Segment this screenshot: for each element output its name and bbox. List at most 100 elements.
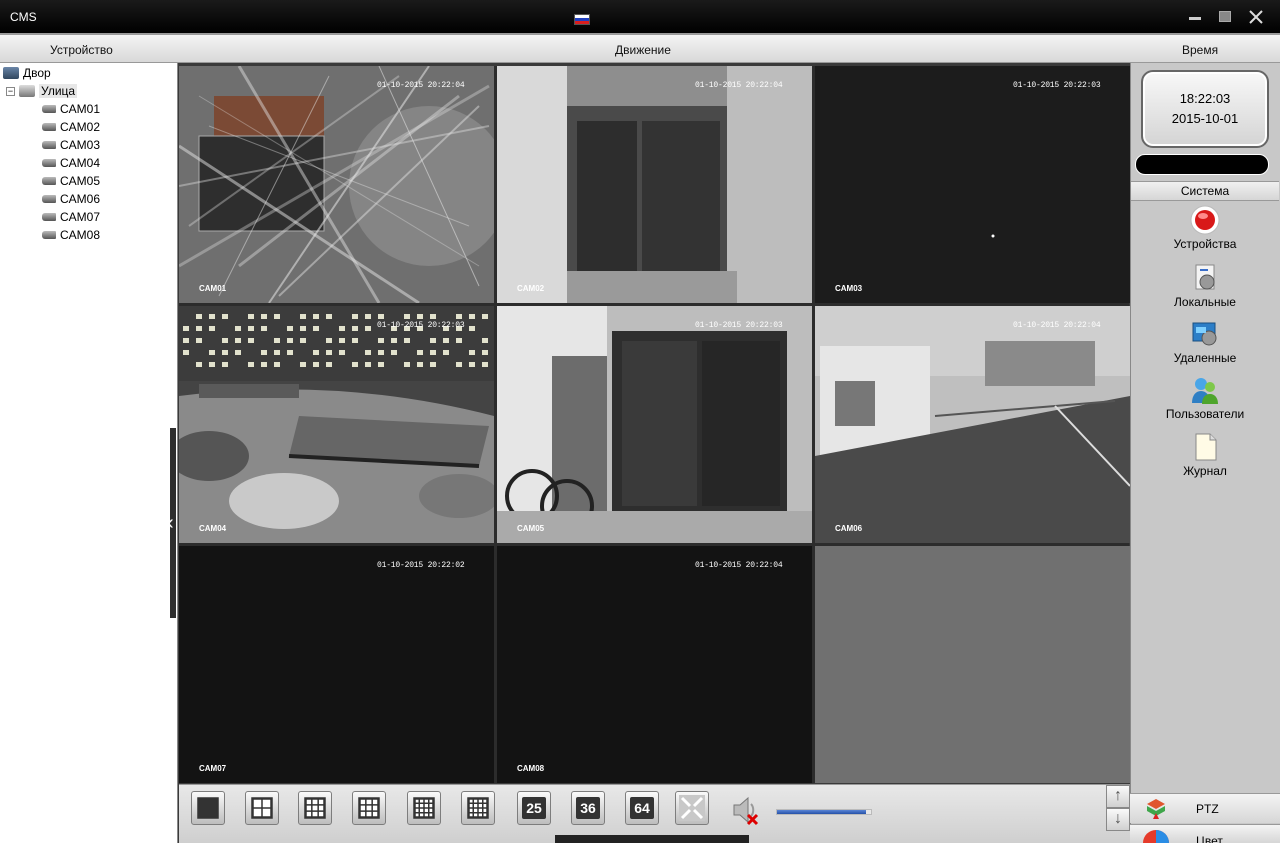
camera-icon xyxy=(42,177,56,185)
tree-group[interactable]: − Улица xyxy=(6,82,78,100)
video-camera-label: CAM05 xyxy=(517,524,545,533)
video-camera-label: CAM03 xyxy=(835,284,863,293)
close-icon xyxy=(1249,10,1263,24)
camera-label: CAM02 xyxy=(60,120,101,134)
scroll-down-button[interactable]: ↓ xyxy=(1106,808,1130,831)
log-button[interactable]: Журнал xyxy=(1131,432,1279,478)
tree-camera-item[interactable]: CAM06 xyxy=(42,190,100,208)
layout-36-button[interactable]: 36 xyxy=(571,791,605,825)
empty-video-tile[interactable] xyxy=(815,546,1130,783)
remote-button[interactable]: Удаленные xyxy=(1131,319,1279,365)
russian-flag-icon[interactable] xyxy=(574,14,590,25)
fullscreen-button[interactable] xyxy=(675,791,709,825)
video-timestamp: 01-10-2015 20:22:03 xyxy=(377,321,465,330)
menu-bar: Устройство Движение Время xyxy=(0,33,1280,63)
local-button[interactable]: Локальные xyxy=(1131,263,1279,309)
menu-motion[interactable]: Движение xyxy=(615,43,671,57)
tree-camera-item[interactable]: CAM01 xyxy=(42,100,100,118)
mute-icon[interactable] xyxy=(730,793,764,827)
clock-date: 2015-10-01 xyxy=(1171,111,1239,126)
camera-label: CAM08 xyxy=(60,228,101,242)
window-title: CMS xyxy=(10,10,37,24)
users-label: Пользователи xyxy=(1165,407,1245,421)
camera-label: CAM04 xyxy=(60,156,101,170)
tree-camera-item[interactable]: CAM07 xyxy=(42,208,100,226)
page-scroll: ↑ ↓ xyxy=(1106,785,1130,833)
layout-64-button[interactable]: 64 xyxy=(625,791,659,825)
camera-label: CAM07 xyxy=(60,210,101,224)
house-icon xyxy=(3,67,19,79)
tree-root-label: Двор xyxy=(23,66,51,80)
layout-6-button[interactable] xyxy=(298,791,332,825)
camera-icon xyxy=(42,159,56,167)
layout-16-button[interactable] xyxy=(461,791,495,825)
record-icon xyxy=(1190,205,1220,235)
right-panel: 18:22:03 2015-10-01 Система Устройства Л… xyxy=(1130,63,1280,843)
video-tile[interactable]: 01-10-2015 20:22:02 CAM07 xyxy=(179,546,494,783)
color-button[interactable]: Цвет xyxy=(1130,824,1280,843)
menu-device[interactable]: Устройство xyxy=(50,43,113,57)
tree-root[interactable]: Двор xyxy=(3,64,51,82)
tree-camera-item[interactable]: CAM02 xyxy=(42,118,100,136)
video-camera-label: CAM08 xyxy=(517,764,545,773)
minimize-button[interactable] xyxy=(1184,7,1206,27)
cms-window: CMS Устройство Движение Время Двор − Ули… xyxy=(0,0,1280,843)
video-tile[interactable]: 01-10-2015 20:22:04 CAM01 xyxy=(179,66,494,303)
log-label: Журнал xyxy=(1183,464,1227,478)
tree-camera-item[interactable]: CAM03 xyxy=(42,136,100,154)
video-tile[interactable]: 01-10-2015 20:22:04 CAM02 xyxy=(497,66,812,303)
close-button[interactable] xyxy=(1245,7,1267,27)
video-tile[interactable]: 01-10-2015 20:22:04 CAM06 xyxy=(815,306,1130,543)
ptz-button[interactable]: PTZ xyxy=(1130,793,1280,823)
video-grid: 01-10-2015 20:22:04 CAM01 01-10-2015 20:22… xyxy=(179,66,1130,783)
tree-group-label: Улица xyxy=(39,84,78,98)
video-tile[interactable]: 01-10-2015 20:22:03 CAM04 xyxy=(179,306,494,543)
bottom-handle[interactable] xyxy=(555,835,749,843)
devices-button[interactable]: Устройства xyxy=(1131,205,1279,251)
system-header[interactable]: Система xyxy=(1131,181,1279,201)
layout-grid-icon xyxy=(358,797,380,819)
camera-label: CAM03 xyxy=(60,138,101,152)
volume-slider[interactable] xyxy=(776,809,872,815)
layout-12-button[interactable] xyxy=(407,791,441,825)
remote-settings-icon xyxy=(1192,322,1217,346)
video-camera-label: CAM07 xyxy=(199,764,227,773)
layout-25-button[interactable]: 25 xyxy=(517,791,551,825)
camera-icon xyxy=(42,213,56,221)
video-tile[interactable]: 01-10-2015 20:22:03 CAM05 xyxy=(497,306,812,543)
video-tile[interactable]: 01-10-2015 20:22:03 CAM03 xyxy=(815,66,1130,303)
ptz-label: PTZ xyxy=(1196,802,1219,816)
camera-icon xyxy=(42,231,56,239)
flag-stripe-red xyxy=(575,20,589,24)
volume-level xyxy=(777,810,867,814)
scroll-up-button[interactable]: ↑ xyxy=(1106,785,1130,808)
video-camera-label: CAM02 xyxy=(517,284,545,293)
camera-icon xyxy=(42,195,56,203)
tree-camera-item[interactable]: CAM08 xyxy=(42,226,100,244)
users-button[interactable]: Пользователи xyxy=(1131,375,1279,421)
video-timestamp: 01-10-2015 20:22:04 xyxy=(1013,321,1101,330)
status-bar xyxy=(1135,154,1269,175)
camera-label: CAM01 xyxy=(60,102,101,116)
layout-4-button[interactable] xyxy=(245,791,279,825)
video-camera-label: CAM01 xyxy=(199,284,227,293)
menu-time[interactable]: Время xyxy=(1182,43,1218,57)
layout-grid-icon xyxy=(467,797,489,819)
camera-icon xyxy=(42,105,56,113)
maximize-button[interactable] xyxy=(1214,7,1236,27)
video-timestamp: 01-10-2015 20:22:04 xyxy=(695,561,783,570)
clock-time: 18:22:03 xyxy=(1179,91,1231,106)
layout-1-button[interactable] xyxy=(191,791,225,825)
maximize-icon xyxy=(1219,11,1231,22)
video-tile[interactable]: 01-10-2015 20:22:04 CAM08 xyxy=(497,546,812,783)
camera-icon xyxy=(42,123,56,131)
local-settings-icon xyxy=(1195,264,1215,290)
tree-camera-item[interactable]: CAM04 xyxy=(42,154,100,172)
collapse-panel-icon[interactable]: ‹ xyxy=(167,512,174,535)
layout-64-label: 64 xyxy=(630,797,654,819)
layout-grid-icon xyxy=(304,797,326,819)
ptz-icon xyxy=(1147,799,1165,819)
tree-camera-item[interactable]: CAM05 xyxy=(42,172,100,190)
collapse-icon[interactable]: − xyxy=(6,86,15,96)
layout-9-button[interactable] xyxy=(352,791,386,825)
